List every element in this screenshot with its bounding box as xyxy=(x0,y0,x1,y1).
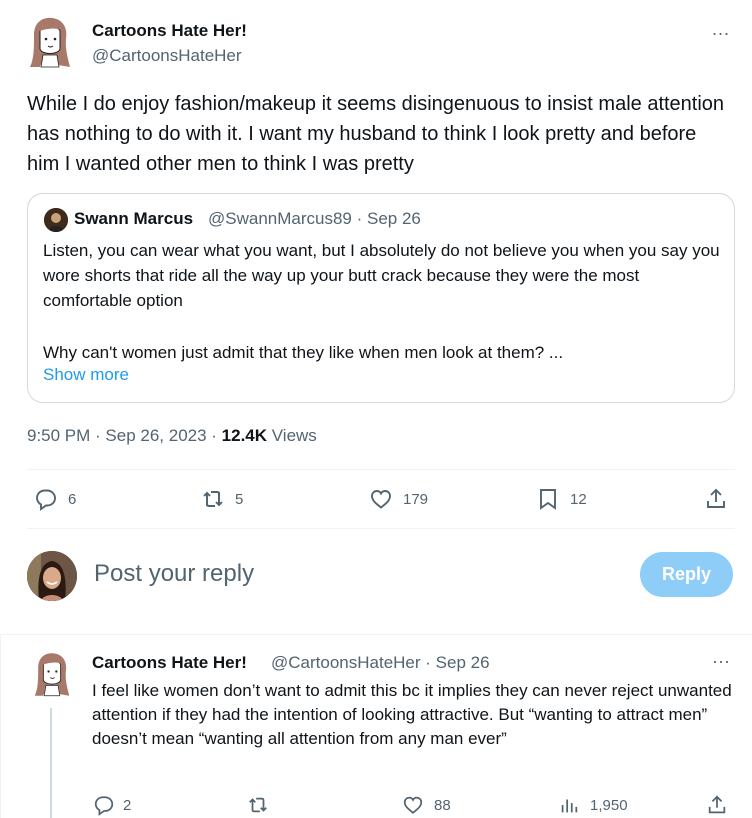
reply-like-count: 88 xyxy=(434,796,451,814)
heart-icon xyxy=(371,490,391,509)
reply-button[interactable]: 6 xyxy=(34,487,76,511)
more-options-icon[interactable]: ... xyxy=(706,20,736,42)
current-user-avatar[interactable] xyxy=(27,551,77,601)
divider xyxy=(27,469,735,470)
bookmark-count: 12 xyxy=(570,490,587,508)
quoted-text-paragraph: Listen, you can wear what you want, but … xyxy=(43,241,720,310)
like-count: 179 xyxy=(403,490,429,508)
share-icon xyxy=(707,488,725,508)
analytics-icon xyxy=(561,799,578,813)
section-divider xyxy=(0,634,752,635)
reply-share-button[interactable] xyxy=(706,794,728,816)
reply-submit-button[interactable]: Reply xyxy=(640,552,733,597)
repost-count: 5 xyxy=(235,490,244,508)
quoted-author-avatar xyxy=(44,208,68,232)
reply-reply-button[interactable]: 2 xyxy=(93,794,131,816)
divider xyxy=(27,528,735,529)
share-icon xyxy=(708,795,726,814)
reply-reply-count: 2 xyxy=(123,796,132,814)
tweet-timestamp[interactable]: 9:50 PM · Sep 26, 2023 · 12.4K Views xyxy=(27,426,317,446)
views-label: Views xyxy=(267,426,317,445)
reply-author-meta[interactable]: @CartoonsHateHer · Sep 26 xyxy=(271,653,490,673)
repost-button[interactable]: 5 xyxy=(201,487,243,511)
reply-views-button[interactable]: 1,950 xyxy=(558,794,628,816)
reply-more-options-icon[interactable]: ··· xyxy=(706,652,736,674)
show-more-link[interactable]: Show more xyxy=(43,365,129,385)
timestamp-text: 9:50 PM · Sep 26, 2023 · xyxy=(27,426,222,445)
reply-text: I feel like women don’t want to admit th… xyxy=(92,681,732,748)
reply-author-avatar[interactable] xyxy=(33,650,71,700)
author-handle[interactable]: @CartoonsHateHer xyxy=(92,46,242,66)
quoted-text-paragraph: Why can't women just admit that they lik… xyxy=(43,343,564,362)
tweet-text: While I do enjoy fashion/makeup it seems… xyxy=(27,93,725,175)
reply-like-button[interactable]: 88 xyxy=(402,794,451,816)
reply-repost-button[interactable] xyxy=(247,794,269,816)
repost-icon xyxy=(249,797,267,813)
quoted-author-meta: @SwannMarcus89 · Sep 26 xyxy=(208,209,421,228)
views-count: 12.4K xyxy=(221,426,268,445)
share-button[interactable] xyxy=(704,487,728,511)
author-avatar[interactable] xyxy=(28,15,72,71)
like-button[interactable]: 179 xyxy=(369,487,428,511)
author-name[interactable]: Cartoons Hate Her! xyxy=(92,21,247,41)
reply-count: 6 xyxy=(68,490,77,508)
thread-connector-line xyxy=(50,708,52,818)
bookmark-icon xyxy=(540,489,556,510)
bookmark-button[interactable]: 12 xyxy=(536,487,587,511)
repost-icon xyxy=(203,491,223,507)
reply-icon xyxy=(36,489,56,511)
column-border xyxy=(0,634,1,818)
quoted-author-name: Swann Marcus xyxy=(74,209,194,228)
reply-icon xyxy=(94,796,114,816)
reply-input[interactable]: Post your reply xyxy=(94,560,254,588)
reply-author-name[interactable]: Cartoons Hate Her! xyxy=(92,653,247,673)
reply-views-count: 1,950 xyxy=(590,796,628,814)
heart-icon xyxy=(403,796,423,814)
